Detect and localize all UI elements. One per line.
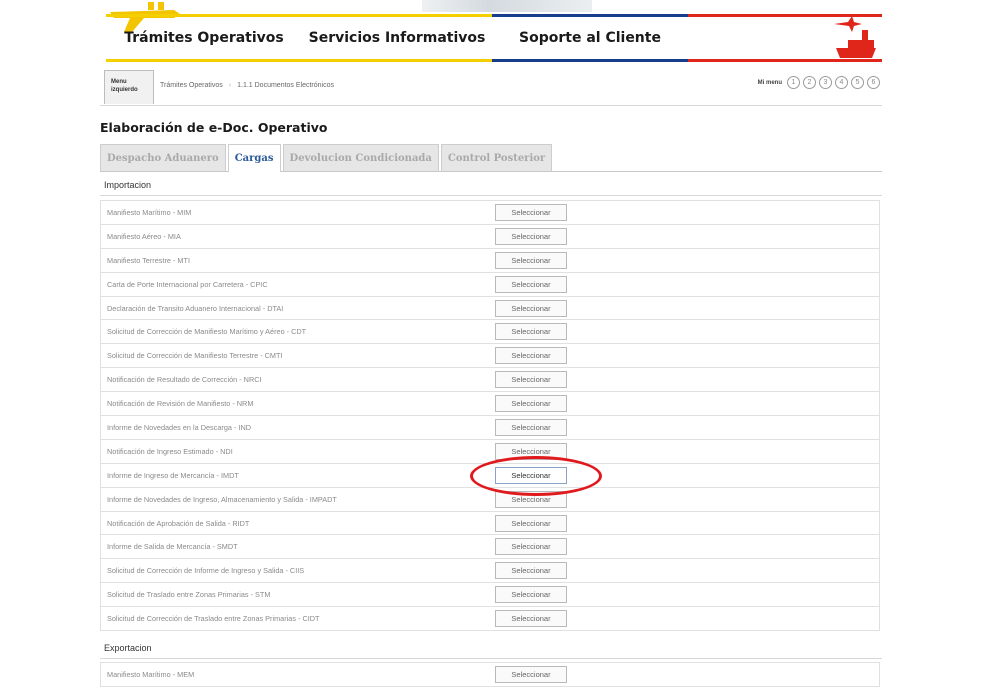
list-item: Notificación de Aprobación de Salida - R… [100,510,880,536]
document-type-label: Informe de Novedades en la Descarga - IN… [107,423,251,433]
section-title-exportacion: Exportacion [104,643,152,653]
importacion-list: Manifiesto Marítimo - MIM Seleccionar Mani… [100,200,880,632]
mi-menu-slot-5[interactable]: 5 [851,76,864,89]
document-type-label: Solicitud de Corrección de Informe de In… [107,566,305,576]
tab-devolucion-condicionada[interactable]: Devolucion Condicionada [282,144,439,171]
seleccionar-button[interactable]: Seleccionar [495,442,567,460]
nav-soporte-cliente[interactable]: Soporte al Cliente [492,14,688,62]
list-item: Solicitud de Corrección de Manifiesto Ma… [100,319,880,345]
document-type-label: Solicitud de Traslado entre Zonas Primar… [107,590,271,600]
seleccionar-button[interactable]: Seleccionar [495,275,567,293]
seleccionar-button[interactable]: Seleccionar [495,490,567,508]
breadcrumb-item[interactable]: Trámites Operativos [160,82,223,89]
tab-cargas[interactable]: Cargas [227,144,281,172]
seleccionar-button[interactable]: Seleccionar [495,347,567,365]
mi-menu-slot-2[interactable]: 2 [803,76,816,89]
seleccionar-button[interactable]: Seleccionar [495,514,567,532]
breadcrumb-bar: Menu izquierdo Trámites Operativos › 1.1.1… [100,66,882,106]
list-item: Solicitud de Corrección de Informe de In… [100,558,880,584]
breadcrumb-item[interactable]: 1.1.1 Documentos Electrónicos [237,82,334,89]
tab-control-posterior[interactable]: Control Posterior [440,144,553,171]
menu-button-line1: Menu [111,79,127,85]
breadcrumb-separator: › [228,82,232,89]
document-type-label: Notificación de Resultado de Corrección … [107,375,262,385]
seleccionar-button[interactable]: Seleccionar [495,204,567,221]
exportacion-list: Manifiesto Marítimo - MEM Seleccionar [100,662,880,687]
seleccionar-button[interactable]: Seleccionar [495,610,567,628]
seleccionar-button[interactable]: Seleccionar [495,323,567,341]
list-item: Solicitud de Traslado entre Zonas Primar… [100,582,880,608]
document-type-label: Carta de Porte Internacional por Carrete… [107,279,268,289]
section-divider [100,195,882,196]
ship-plane-icon [834,16,876,58]
document-type-label: Informe de Salida de Mercancía - SMDT [107,542,238,552]
document-type-label: Notificación de Aprobación de Salida - R… [107,518,250,528]
tab-despacho-aduanero[interactable]: Despacho Aduanero [100,144,226,171]
list-item: Manifiesto Terrestre - MTI Seleccionar [100,247,880,273]
seleccionar-button[interactable]: Seleccionar [495,419,567,437]
list-item: Informe de Novedades en la Descarga - IN… [100,415,880,440]
list-item: Notificación de Revisión de Manifiesto -… [100,391,880,417]
seleccionar-button[interactable]: Seleccionar [495,227,567,245]
document-type-label: Solicitud de Corrección de Manifiesto Te… [107,351,283,361]
nav-servicios-informativos[interactable]: Servicios Informativos [302,14,492,62]
document-type-label: Informe de Ingreso de Mercancía - IMDT [107,470,239,480]
document-type-label: Manifiesto Aéreo - MIA [107,231,181,241]
seleccionar-button[interactable]: Seleccionar [495,562,567,580]
seleccionar-button[interactable]: Seleccionar [495,466,567,484]
mi-menu-slot-6[interactable]: 6 [867,76,880,89]
sub-tabs: Despacho Aduanero Cargas Devolucion Cond… [100,144,882,172]
nav-soporte-label: Soporte al Cliente [519,30,661,46]
nav-tramites-label: Trámites Operativos [124,30,284,46]
mi-menu: Mi menu 1 2 3 4 5 6 [758,76,880,89]
page-title: Elaboración de e-Doc. Operativo [100,120,328,135]
menu-button-line2: izquierdo [111,87,138,93]
list-item: Manifiesto Marítimo - MIM Seleccionar [100,200,880,225]
mi-menu-slot-4[interactable]: 4 [835,76,848,89]
header-photo [422,0,592,12]
list-item: Solicitud de Corrección de Traslado entr… [100,606,880,632]
list-item: Manifiesto Aéreo - MIA Seleccionar [100,223,880,249]
list-item: Notificación de Ingreso Estimado - NDI Se… [100,438,880,464]
mi-menu-slot-3[interactable]: 3 [819,76,832,89]
mi-menu-slot-1[interactable]: 1 [787,76,800,89]
nav-tramites-operativos[interactable]: Trámites Operativos [106,14,302,62]
left-menu-button[interactable]: Menu izquierdo [104,70,154,104]
seleccionar-button[interactable]: Seleccionar [495,586,567,604]
mi-menu-label: Mi menu [757,79,782,86]
list-item: Informe de Salida de Mercancía - SMDT Sel… [100,534,880,560]
seleccionar-button[interactable]: Seleccionar [495,299,567,317]
document-type-label: Notificación de Ingreso Estimado - NDI [107,446,233,456]
seleccionar-button[interactable]: Seleccionar [495,666,567,683]
document-type-label: Solicitud de Corrección de Manifiesto Ma… [107,327,307,337]
list-item: Manifiesto Marítimo - MEM Seleccionar [100,662,880,687]
list-item: Solicitud de Corrección de Manifiesto Te… [100,343,880,369]
list-item: Informe de Ingreso de Mercancía - IMDT Se… [100,462,880,488]
seleccionar-button[interactable]: Seleccionar [495,371,567,389]
document-type-label: Solicitud de Corrección de Traslado entr… [107,614,320,624]
document-type-label: Informe de Novedades de Ingreso, Almacen… [107,494,337,504]
section-title-importacion: Importacion [104,180,152,190]
list-item: Informe de Novedades de Ingreso, Almacen… [100,486,880,512]
document-type-label: Notificación de Revisión de Manifiesto -… [107,399,254,409]
nav-servicios-label: Servicios Informativos [308,30,486,46]
document-type-label: Manifiesto Marítimo - MIM [107,208,192,217]
document-type-label: Manifiesto Terrestre - MTI [107,255,190,265]
seleccionar-button[interactable]: Seleccionar [495,395,567,413]
top-navigation: Trámites Operativos Servicios Informativ… [100,0,982,62]
seleccionar-button[interactable]: Seleccionar [495,251,567,269]
document-type-label: Declaración de Transito Aduanero Interna… [107,303,284,313]
list-item: Notificación de Resultado de Corrección … [100,367,880,393]
seleccionar-button[interactable]: Seleccionar [495,538,567,556]
list-item: Declaración de Transito Aduanero Interna… [100,295,880,321]
breadcrumb: Trámites Operativos › 1.1.1 Documentos Ele… [160,82,334,89]
section-divider [100,658,882,659]
list-item: Carta de Porte Internacional por Carrete… [100,271,880,297]
document-type-label: Manifiesto Marítimo - MEM [107,670,195,679]
